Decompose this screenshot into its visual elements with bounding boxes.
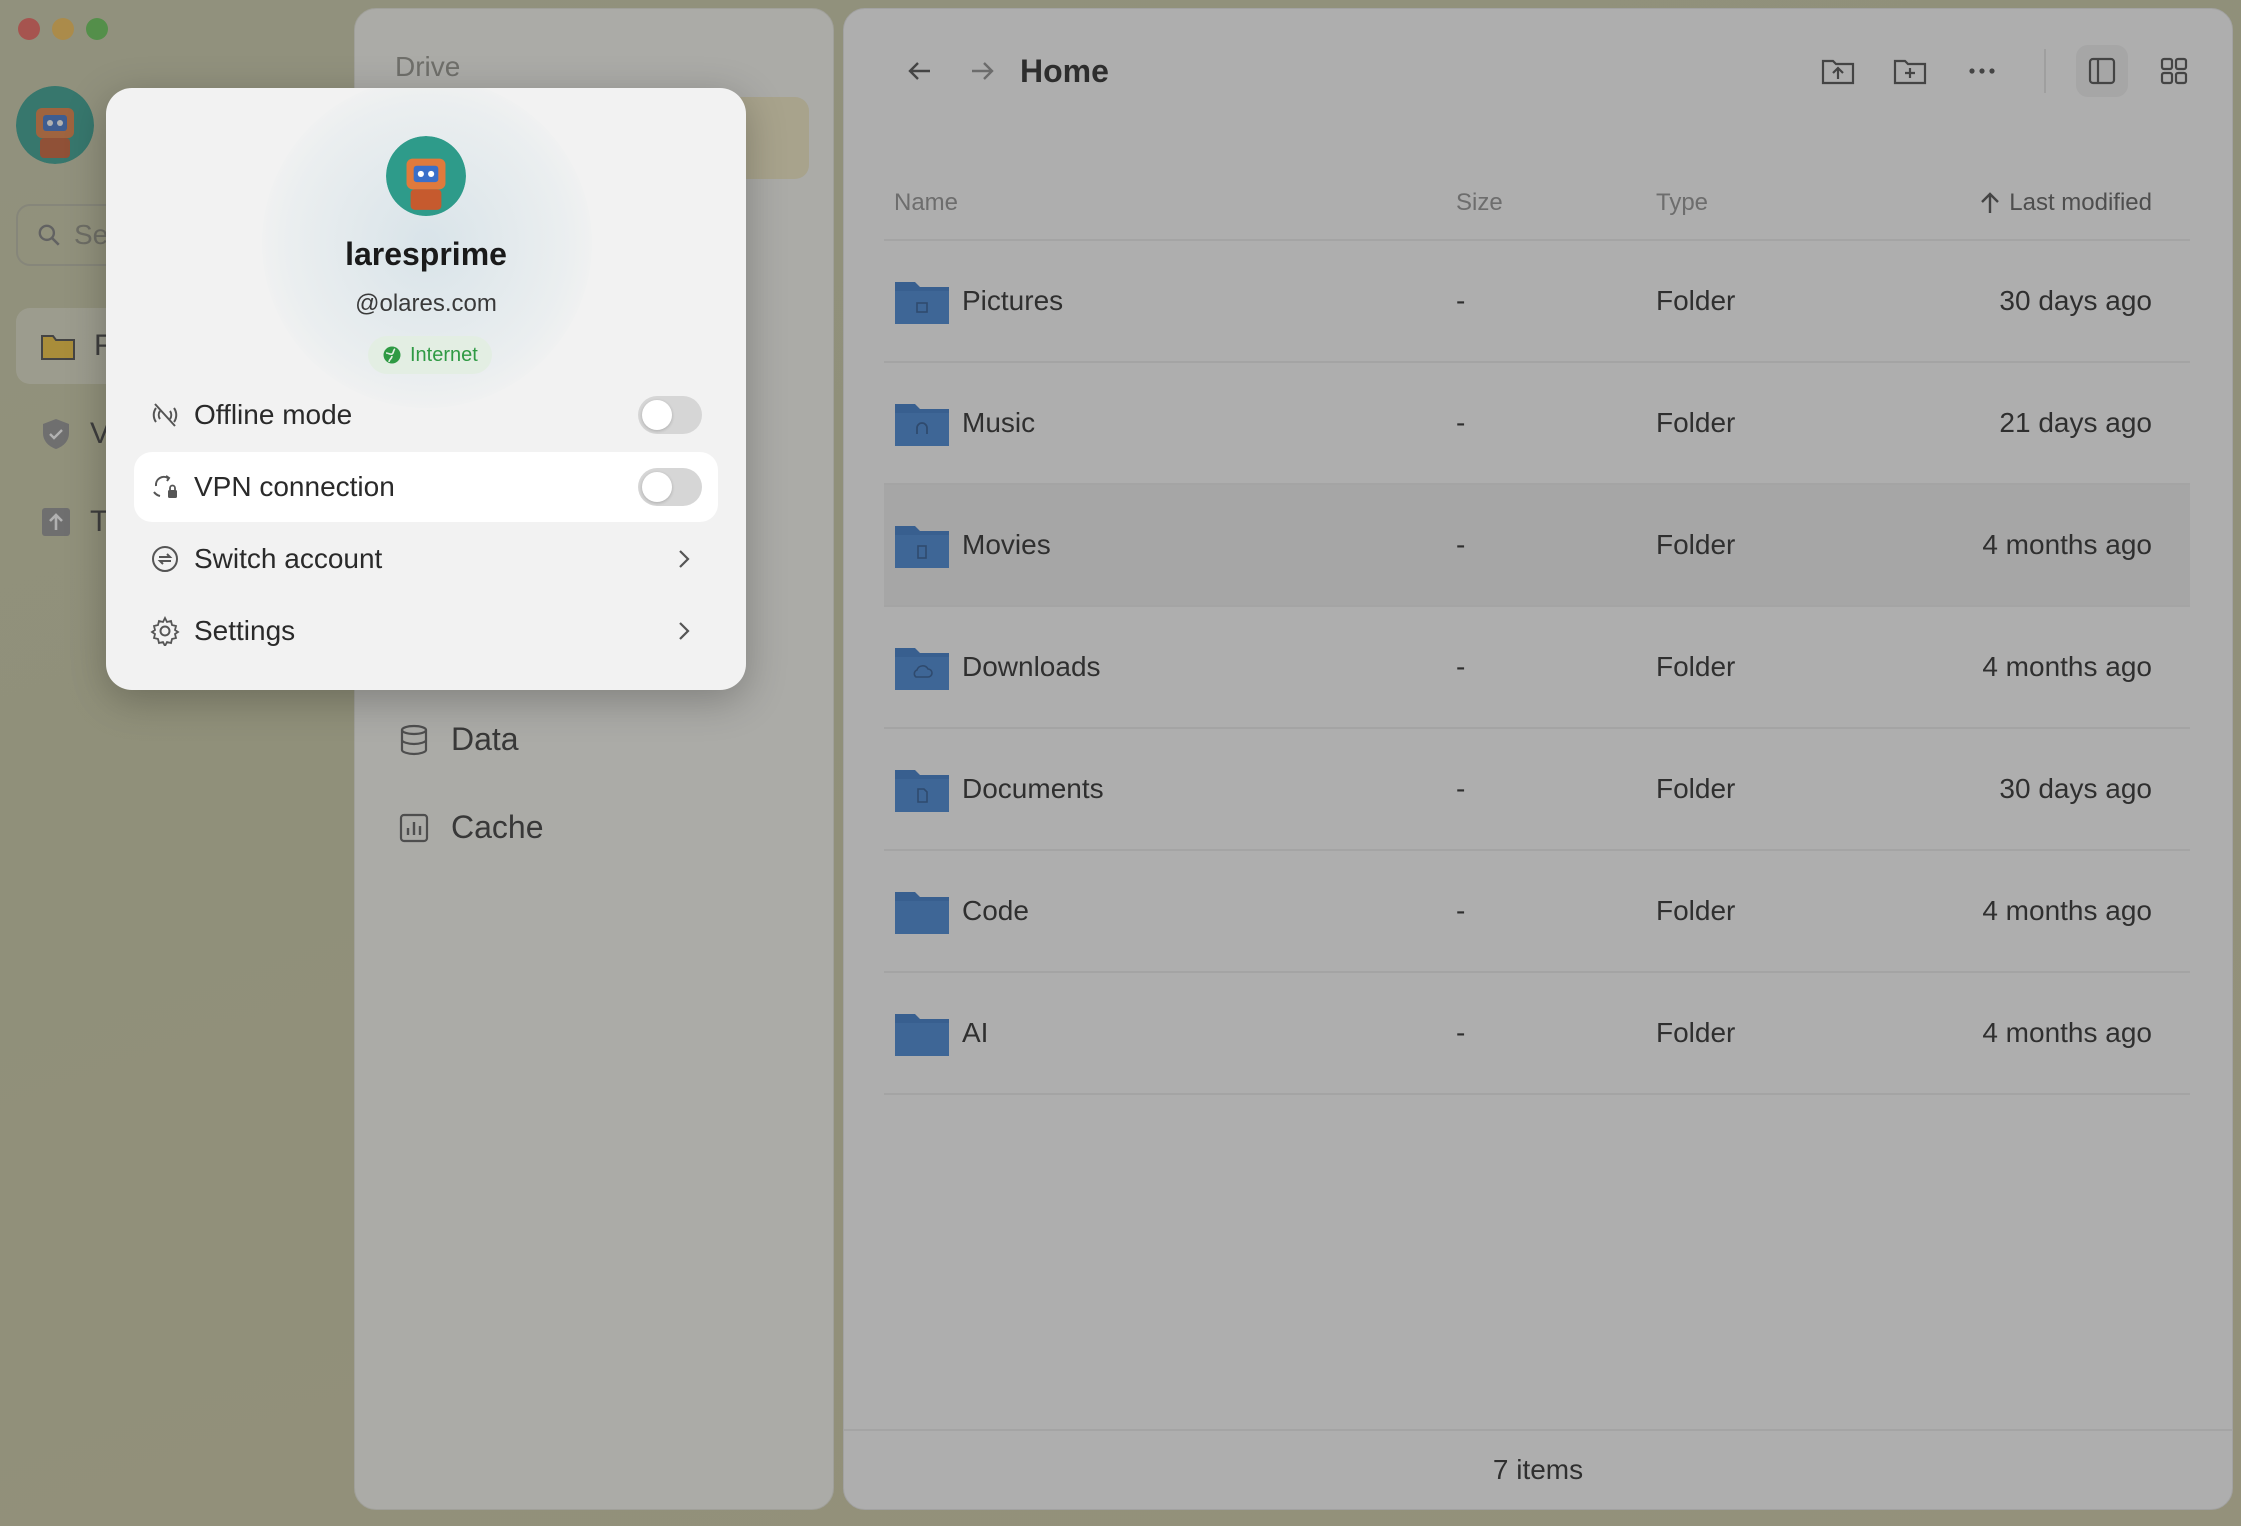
popover-avatar [386, 136, 466, 216]
switch-account-row[interactable]: Switch account [134, 524, 718, 594]
offline-mode-label: Offline mode [194, 399, 353, 430]
switch-account-icon [152, 546, 178, 572]
account-popover: laresprime @olares.com Internet Offline … [106, 88, 746, 690]
chevron-right-icon [672, 547, 696, 571]
status-label: Internet [410, 343, 478, 366]
gear-icon [150, 616, 180, 646]
switch-account-label: Switch account [194, 543, 383, 574]
offline-mode-row[interactable]: Offline mode [134, 380, 718, 450]
vpn-connection-toggle[interactable] [638, 468, 702, 506]
username: laresprime [345, 236, 507, 272]
globe-icon [383, 346, 401, 364]
no-signal-icon [152, 403, 178, 427]
vpn-connection-row[interactable]: VPN connection [134, 452, 718, 522]
chevron-right-icon [672, 619, 696, 643]
status-badge: Internet [368, 336, 492, 374]
vpn-connection-label: VPN connection [194, 471, 395, 502]
settings-row[interactable]: Settings [134, 596, 718, 666]
user-domain: @olares.com [355, 290, 497, 317]
offline-mode-toggle[interactable] [638, 396, 702, 434]
settings-label: Settings [194, 615, 296, 646]
vpn-icon [153, 475, 177, 498]
